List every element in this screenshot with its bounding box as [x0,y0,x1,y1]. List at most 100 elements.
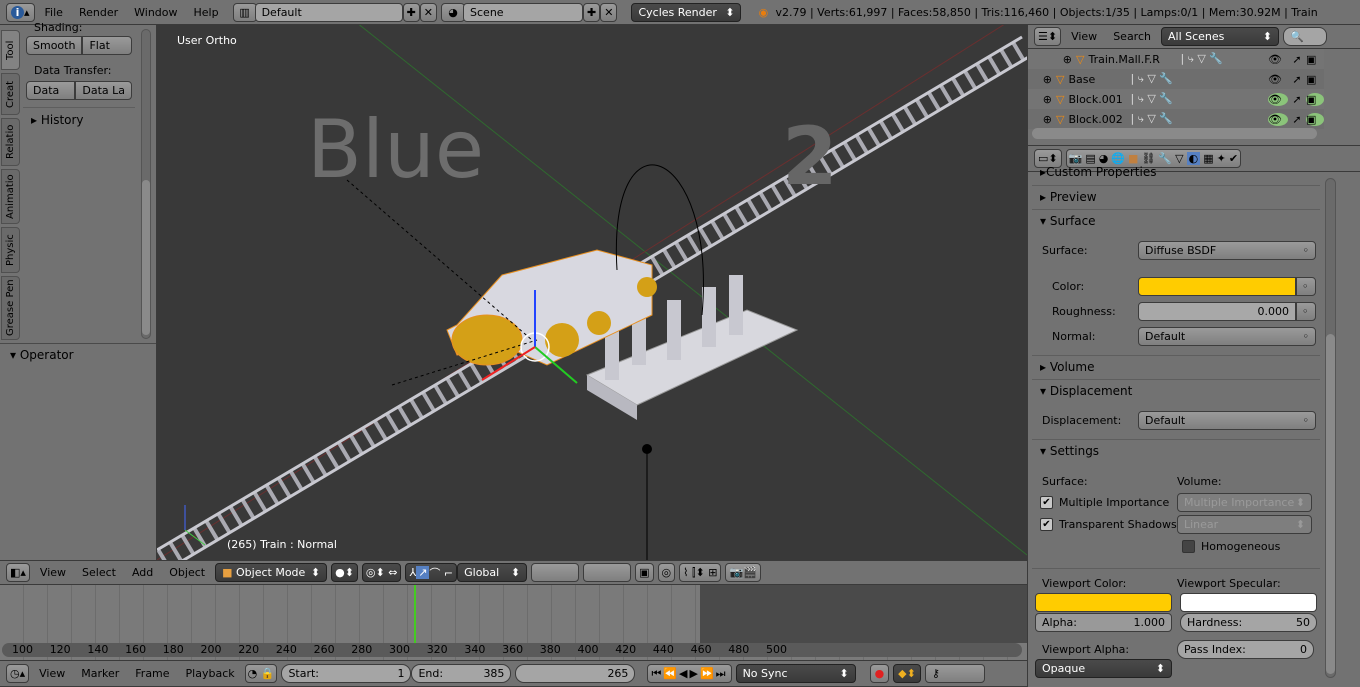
panel-custom-properties[interactable]: ▸ Custom Properties [1032,166,1320,178]
editor-type-3d[interactable]: ◧▴ [6,563,30,582]
world-tab-icon[interactable]: 🌐 [1111,152,1125,165]
add-layout-button[interactable]: ✚ [402,2,420,22]
menu-select[interactable]: Select [76,566,122,579]
expand-icon[interactable]: ⊕ [1028,113,1052,126]
menu-render[interactable]: Render [73,6,124,19]
menu-file[interactable]: File [39,6,69,19]
tab-create[interactable]: Creat [1,73,20,115]
alpha-field[interactable]: Alpha: 1.000 [1035,612,1172,632]
menu-object[interactable]: Object [163,566,211,579]
outliner-search-input[interactable]: 🔍 [1282,27,1327,46]
tab-grease-pencil[interactable]: Grease Pen [1,276,20,340]
panel-preview[interactable]: ▸ Preview [1032,185,1320,207]
screen-layout-selector[interactable]: ▥ [232,2,257,22]
surface-shader-dropdown[interactable]: Diffuse BSDF ◦ [1138,240,1316,260]
menu-playback[interactable]: Playback [180,667,241,680]
outliner-h-scrollbar[interactable] [1032,128,1317,139]
viewport-alpha-dropdown[interactable]: Opaque ⬍ [1035,658,1172,678]
visibility-eye-icon[interactable]: 👁 [1268,53,1288,66]
proportional-edit-button[interactable]: ◎ [657,563,676,582]
scene-selector[interactable]: ◕ [441,2,466,22]
texture-tab-icon[interactable]: ▦ [1203,152,1213,165]
displacement-dropdown[interactable]: Default ◦ [1138,410,1316,430]
current-frame-line[interactable] [414,585,416,643]
constraints-tab-icon[interactable]: ⛓ [1141,152,1155,165]
menu-marker[interactable]: Marker [75,667,125,680]
color-swatch[interactable] [1138,276,1296,296]
color-link-button[interactable]: ◦ [1296,276,1316,296]
editor-type-outliner[interactable]: ☰⬍ [1034,27,1062,46]
outliner-item[interactable]: ⊕ ▽ Block.001 | ⤷ ▽ 🔧 👁 ➚ ▣ [1028,89,1324,109]
outliner-item-name[interactable]: Block.002 [1068,113,1130,126]
menu-window[interactable]: Window [128,6,183,19]
tab-animation[interactable]: Animatio [1,169,20,224]
menu-search[interactable]: Search [1107,30,1157,43]
sync-dropdown[interactable]: No Sync ⬍ [735,664,856,683]
panel-settings[interactable]: ▾ Settings [1032,439,1320,461]
remove-layout-button[interactable]: ✕ [419,2,438,22]
modifiers-tab-icon[interactable]: 🔧 [1158,152,1172,165]
keying-set-button[interactable]: ⚷ [924,664,985,683]
scene-name-field[interactable]: Scene [463,2,584,22]
roughness-link-button[interactable]: ◦ [1296,301,1316,321]
render-camera-icon[interactable]: ▣ [1306,112,1324,126]
transparent-shadows-checkbox[interactable]: ✔ Transparent Shadows [1032,517,1177,531]
expand-icon[interactable]: ⊕ [1028,53,1072,66]
data-tab-icon[interactable]: ▽ [1175,152,1183,165]
select-arrow-icon[interactable]: ➚ [1288,93,1306,106]
normal-dropdown[interactable]: Default ◦ [1138,326,1316,346]
object-tab-icon[interactable]: ■ [1128,152,1138,165]
menu-view[interactable]: View [34,566,72,579]
select-arrow-icon[interactable]: ➚ [1288,53,1306,66]
menu-frame[interactable]: Frame [129,667,175,680]
current-frame-field[interactable]: 265 [515,664,636,683]
playback-controls[interactable]: ⏮⏪◀▶⏩⏭ [647,664,732,683]
flat-button[interactable]: Flat [82,36,132,55]
expand-icon[interactable]: ⊕ [1028,73,1052,86]
hardness-field[interactable]: Hardness: 50 [1180,612,1317,632]
viewport-specular-swatch[interactable] [1180,592,1317,612]
outliner-item[interactable]: ⊕ ▽ Block.002 | ⤷ ▽ 🔧 👁 ➚ ▣ [1028,109,1324,129]
visibility-eye-icon[interactable]: 👁 [1268,112,1288,126]
pivot-point-button[interactable]: ◎⬍ ⇔ [361,563,402,582]
panel-volume[interactable]: ▸ Volume [1032,355,1320,377]
lock-layers-button[interactable]: ▣ [635,563,654,582]
layout-name-field[interactable]: Default [254,2,403,22]
timeline-area[interactable]: 100 120 140 160 180 200 220 240 260 280 300 320 340 3… [0,585,1027,660]
tab-tool[interactable]: Tool [1,30,20,70]
shading-mode-button[interactable]: ●⬍ [331,563,358,582]
volume-interpolation-dropdown[interactable]: Linear ⬍ [1177,514,1312,534]
orientation-dropdown[interactable]: Global ⬍ [457,563,528,582]
display-mode-dropdown[interactable]: All Scenes ⬍ [1160,27,1279,46]
frame-ruler[interactable]: 100 120 140 160 180 200 220 240 260 280 300 320 340 3… [2,643,1022,657]
layer-buttons-2[interactable] [583,563,632,582]
layer-buttons-1[interactable] [531,563,580,582]
layers-tab-icon[interactable]: ▤ [1085,152,1095,165]
homogeneous-checkbox[interactable]: Homogeneous [1182,539,1280,553]
remove-scene-button[interactable]: ✕ [600,2,618,22]
outliner-item-name[interactable]: Train.Mall.F.R [1088,53,1180,66]
menu-view[interactable]: View [33,667,71,680]
multiple-importance-checkbox[interactable]: ✔ Multiple Importance [1032,495,1177,509]
roughness-slider[interactable]: 0.000 [1138,301,1296,321]
volume-sampling-dropdown[interactable]: Multiple Importance ⬍ [1177,492,1312,512]
smooth-button[interactable]: Smooth [26,36,83,55]
render-tab-icon[interactable]: 📷 [1069,152,1083,165]
material-tab-icon[interactable]: ◐ [1186,152,1201,165]
data-button[interactable]: Data [26,81,76,100]
menu-view[interactable]: View [1065,30,1103,43]
scene-tab-icon[interactable]: ◕ [1099,152,1109,165]
menu-help[interactable]: Help [188,6,225,19]
editor-type-info[interactable]: i ▴ [6,2,35,22]
physics-tab-icon[interactable]: ✔ [1229,152,1238,165]
outliner-item-name[interactable]: Block.001 [1068,93,1130,106]
keying-button[interactable]: ◆⬍ [893,664,921,683]
add-scene-button[interactable]: ✚ [583,2,601,22]
render-buttons[interactable]: 📷🎬 [725,563,761,582]
visibility-eye-icon[interactable]: 👁 [1268,92,1288,106]
start-frame-field[interactable]: Start: 1 [281,664,412,683]
tab-physics[interactable]: Physic [1,227,20,273]
visibility-eye-icon[interactable]: 👁 [1268,73,1288,86]
editor-type-timeline[interactable]: ◷▴ [6,664,30,683]
snap-buttons[interactable]: ⌇ ⫿⬍ ⊞ [679,563,722,582]
